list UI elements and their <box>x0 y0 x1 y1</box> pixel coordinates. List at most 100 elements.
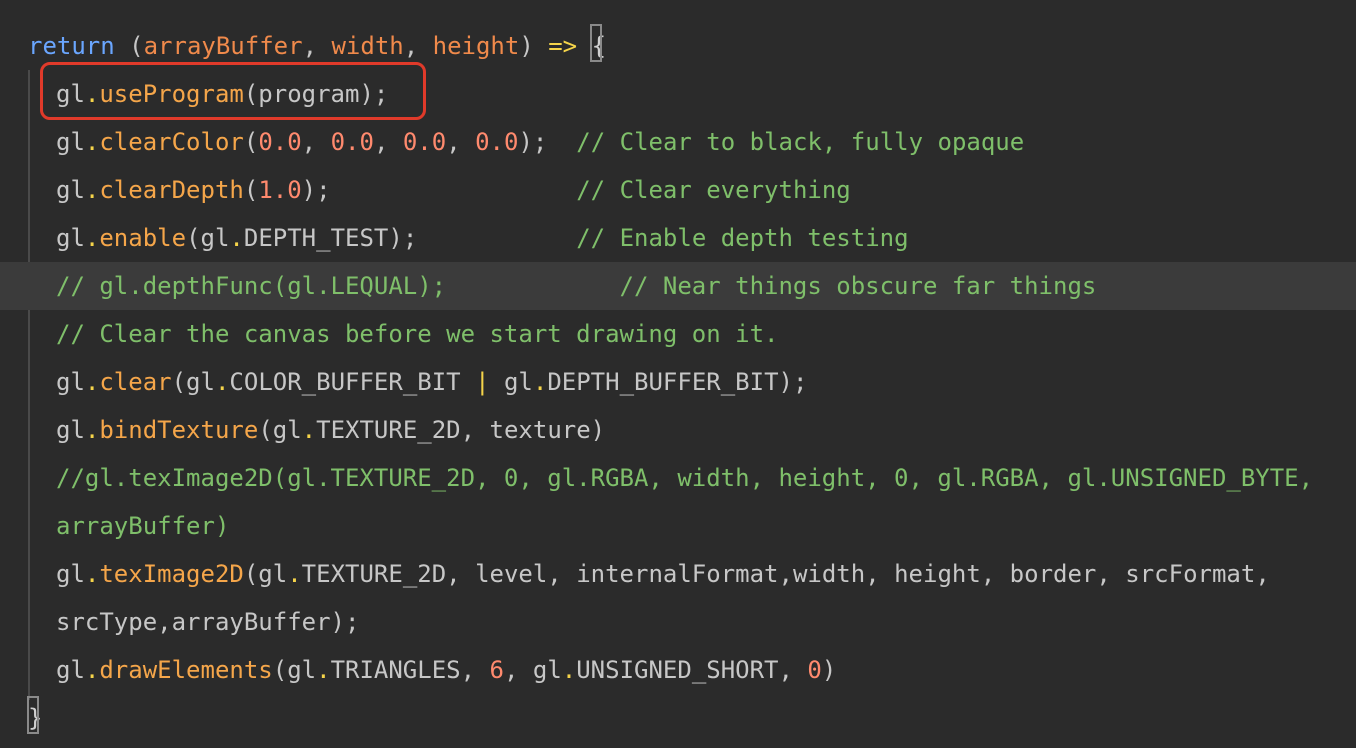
code-token: //gl.texImage2D(gl.TEXTURE_2D, 0, gl.RGB… <box>56 464 1314 492</box>
code-line[interactable]: //gl.texImage2D(gl.TEXTURE_2D, 0, gl.RGB… <box>0 454 1356 502</box>
code-editor[interactable]: return (arrayBuffer, width, height) => {… <box>0 0 1356 748</box>
code-token: gl <box>489 368 533 396</box>
code-line-text: srcType,arrayBuffer); <box>56 598 359 646</box>
code-token: srcType,arrayBuffer); <box>56 608 360 636</box>
code-token: DEPTH_BUFFER_BIT); <box>547 368 808 396</box>
code-token: clear <box>99 368 172 396</box>
code-token: (gl <box>243 560 288 588</box>
code-line-text: gl.clearDepth(1.0); // Clear everything <box>56 166 851 214</box>
code-token: 0.0 <box>402 128 447 156</box>
code-token: enable <box>99 224 187 252</box>
code-token: . <box>84 416 100 444</box>
code-token: UNSIGNED_SHORT, <box>576 656 808 684</box>
code-token: gl <box>56 560 85 588</box>
code-line[interactable]: return (arrayBuffer, width, height) => { <box>0 22 1356 70</box>
code-token: useProgram <box>99 80 244 108</box>
code-token: (gl <box>272 656 317 684</box>
code-token: ( <box>114 32 144 60</box>
code-token: (gl <box>171 368 215 396</box>
code-line[interactable]: gl.drawElements(gl.TRIANGLES, 6, gl.UNSI… <box>0 646 1356 694</box>
code-line[interactable]: gl.bindTexture(gl.TEXTURE_2D, texture) <box>0 406 1356 454</box>
code-token: . <box>84 176 100 204</box>
code-token: (gl <box>258 416 302 444</box>
code-token: . <box>84 224 100 252</box>
code-token: arrayBuffer) <box>56 512 230 540</box>
code-token: ); <box>518 128 577 156</box>
code-line[interactable]: gl.texImage2D(gl.TEXTURE_2D, level, inte… <box>0 550 1356 598</box>
code-line[interactable]: arrayBuffer) <box>0 502 1356 550</box>
code-token: . <box>84 128 100 156</box>
code-token: , <box>373 128 403 156</box>
code-token: gl <box>56 368 85 396</box>
code-token: clearColor <box>99 128 244 156</box>
code-line[interactable]: // gl.depthFunc(gl.LEQUAL); // Near thin… <box>0 262 1356 310</box>
code-token: | <box>475 368 490 396</box>
code-token: ( <box>243 176 259 204</box>
brace-match-close-marker <box>27 696 39 734</box>
code-line-text: // Clear the canvas before we start draw… <box>56 310 778 358</box>
code-line-text: gl.drawElements(gl.TRIANGLES, 6, gl.UNSI… <box>56 646 836 694</box>
code-token: gl <box>56 656 85 684</box>
code-token: // Clear to black, fully opaque <box>576 128 1025 156</box>
code-token: // gl.depthFunc(gl.LEQUAL); // Near thin… <box>56 272 1097 300</box>
code-token: drawElements <box>99 656 273 684</box>
code-token: TEXTURE_2D, texture) <box>316 416 606 444</box>
code-line[interactable]: gl.useProgram(program); <box>0 70 1356 118</box>
code-token: ) <box>821 656 837 684</box>
code-line[interactable]: } <box>0 694 1356 742</box>
code-line-text: gl.texImage2D(gl.TEXTURE_2D, level, inte… <box>56 550 1270 598</box>
code-token: // Clear the canvas before we start draw… <box>56 320 779 348</box>
code-token: , <box>403 32 433 60</box>
code-token: gl <box>56 80 85 108</box>
code-token: 0.0 <box>475 128 519 156</box>
code-token: 0.0 <box>258 128 302 156</box>
brace-match-open-marker <box>590 24 602 62</box>
code-line[interactable]: // Clear the canvas before we start draw… <box>0 310 1356 358</box>
code-token: TEXTURE_2D, level, internalFormat,width,… <box>301 560 1270 588</box>
code-line[interactable]: gl.clearDepth(1.0); // Clear everything <box>0 166 1356 214</box>
code-token: . <box>561 656 577 684</box>
code-token: (gl <box>186 224 230 252</box>
code-token: clearDepth <box>99 176 244 204</box>
code-line-text: gl.clear(gl.COLOR_BUFFER_BIT | gl.DEPTH_… <box>56 358 807 406</box>
code-token: ) <box>519 32 549 60</box>
code-token: texImage2D <box>99 560 244 588</box>
code-token: , <box>302 32 332 60</box>
code-token: ); <box>301 176 577 204</box>
code-token: gl <box>56 224 85 252</box>
code-line[interactable]: gl.clear(gl.COLOR_BUFFER_BIT | gl.DEPTH_… <box>0 358 1356 406</box>
code-token: gl <box>56 128 85 156</box>
code-token: gl <box>56 416 85 444</box>
code-token: . <box>84 80 100 108</box>
code-token: gl <box>56 176 85 204</box>
code-line[interactable]: gl.clearColor(0.0, 0.0, 0.0, 0.0); // Cl… <box>0 118 1356 166</box>
code-token: return <box>28 32 115 60</box>
code-line[interactable]: srcType,arrayBuffer); <box>0 598 1356 646</box>
code-token: . <box>214 368 230 396</box>
code-token: TRIANGLES, <box>330 656 490 684</box>
code-token: 0 <box>807 656 822 684</box>
code-line-text: gl.clearColor(0.0, 0.0, 0.0, 0.0); // Cl… <box>56 118 1024 166</box>
code-token: ( <box>243 128 259 156</box>
code-token: // Clear everything <box>576 176 851 204</box>
code-line-text: arrayBuffer) <box>56 502 229 550</box>
code-token: . <box>316 656 331 684</box>
code-line-text: gl.useProgram(program); <box>56 70 388 118</box>
code-token: , <box>446 128 476 156</box>
code-token: COLOR_BUFFER_BIT <box>229 368 476 396</box>
code-line-text: //gl.texImage2D(gl.TEXTURE_2D, 0, gl.RGB… <box>56 454 1313 502</box>
code-token: . <box>532 368 548 396</box>
code-line-text: // gl.depthFunc(gl.LEQUAL); // Near thin… <box>56 262 1096 310</box>
code-token: => <box>548 32 578 60</box>
code-token: 0.0 <box>330 128 374 156</box>
code-token: . <box>84 560 100 588</box>
code-token: 6 <box>489 656 504 684</box>
code-token: (program); <box>243 80 389 108</box>
code-line-text: gl.enable(gl.DEPTH_TEST); // Enable dept… <box>56 214 909 262</box>
code-token: width <box>331 32 404 60</box>
code-token: , gl <box>503 656 562 684</box>
code-line[interactable]: gl.enable(gl.DEPTH_TEST); // Enable dept… <box>0 214 1356 262</box>
code-line-text: return (arrayBuffer, width, height) => { <box>28 22 606 70</box>
code-token: , <box>301 128 331 156</box>
code-token: 1.0 <box>258 176 302 204</box>
